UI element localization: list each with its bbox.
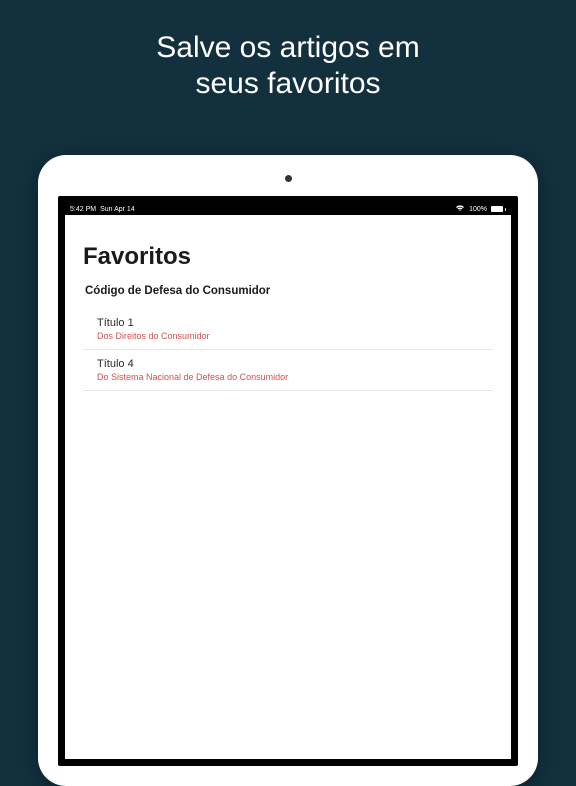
promo-line-1: Salve os artigos em <box>156 31 419 64</box>
battery-label: 100% <box>469 206 487 213</box>
promo-headline: Salve os artigos em seus favoritos <box>0 0 576 122</box>
camera-icon <box>285 175 292 182</box>
promo-line-2: seus favoritos <box>195 67 380 100</box>
status-date: Sun Apr 14 <box>100 206 135 213</box>
device-screen: 5:42 PM Sun Apr 14 100% Favoritos Código… <box>58 196 518 766</box>
status-time: 5:42 PM <box>70 206 96 213</box>
battery-icon <box>491 206 506 212</box>
app-content: Favoritos Código de Defesa do Consumidor… <box>65 215 511 401</box>
list-item[interactable]: Título 1 Dos Direitos do Consumidor <box>83 309 493 350</box>
list-item-subtitle: Dos Direitos do Consumidor <box>97 331 493 341</box>
status-left: 5:42 PM Sun Apr 14 <box>70 206 135 213</box>
list-item-title: Título 1 <box>97 317 493 329</box>
list-item[interactable]: Título 4 Do Sistema Nacional de Defesa d… <box>83 350 493 391</box>
tablet-frame: 5:42 PM Sun Apr 14 100% Favoritos Código… <box>38 155 538 786</box>
status-right: 100% <box>455 204 506 214</box>
list-item-title: Título 4 <box>97 358 493 370</box>
page-title: Favoritos <box>83 243 493 271</box>
status-bar: 5:42 PM Sun Apr 14 100% <box>65 203 511 215</box>
wifi-icon <box>455 204 465 214</box>
list-item-subtitle: Do Sistema Nacional de Defesa do Consumi… <box>97 372 493 382</box>
section-header: Código de Defesa do Consumidor <box>83 285 493 297</box>
